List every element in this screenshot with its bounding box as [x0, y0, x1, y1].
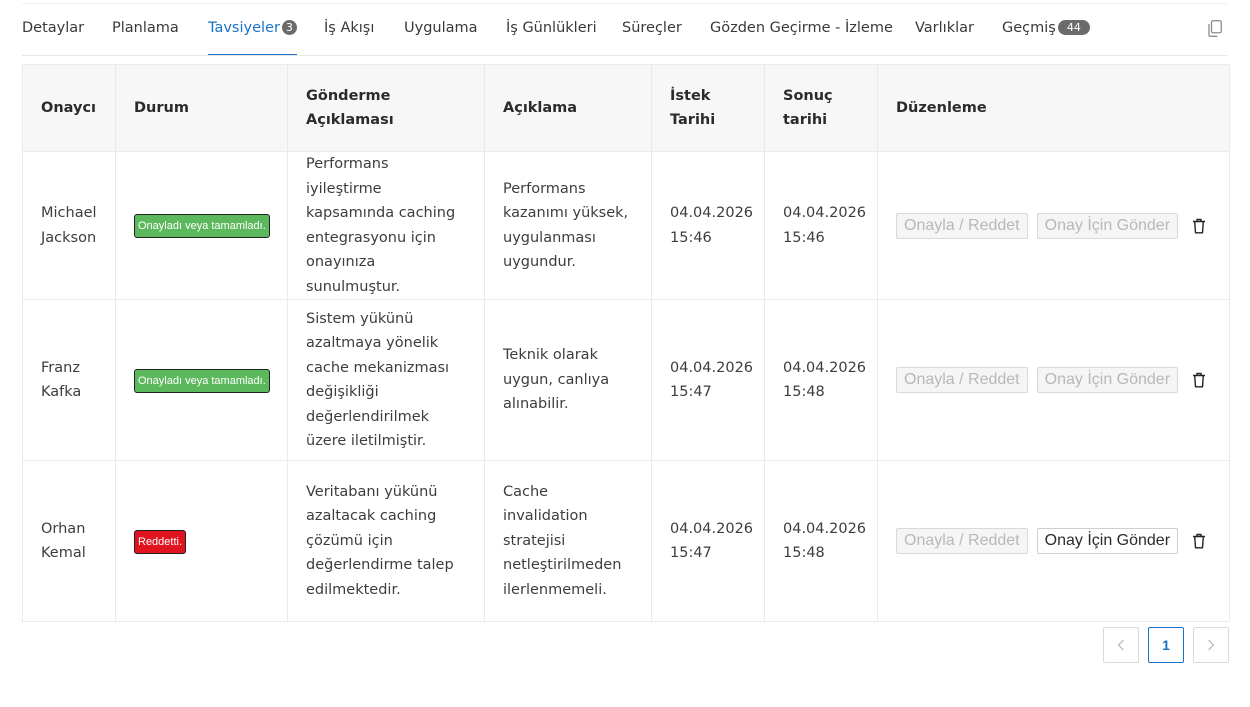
edit-cell: Onayla / Reddet Onay İçin Gönder — [877, 460, 1230, 622]
tab-planlama[interactable]: Planlama — [112, 20, 179, 56]
result-date: 04.04.2026 — [783, 520, 867, 537]
request-time: 15:47 — [670, 384, 712, 400]
request-date: 04.04.2026 — [670, 359, 754, 376]
result-date-cell: 04.04.2026 15:48 — [764, 299, 878, 461]
tab-gecmis[interactable]: Geçmiş 44 — [1002, 20, 1090, 56]
tab-label: Detaylar — [22, 20, 85, 36]
status-cell: Onayladı veya tamamladı. — [115, 299, 288, 461]
tab-uygulama[interactable]: Uygulama — [404, 20, 478, 56]
table-header-row: Onaycı Durum Gönderme Açıklaması Açıklam… — [22, 64, 1230, 152]
pagination-prev-button[interactable] — [1103, 627, 1139, 663]
row-actions: Onayla / Reddet Onay İçin Gönder — [896, 212, 1211, 239]
description-cell: Performans kazanımı yüksek, uygulanması … — [484, 151, 652, 300]
trash-icon[interactable] — [1192, 218, 1206, 234]
header-result-date: Sonuç tarihi — [764, 64, 878, 152]
submit-description-cell: Sistem yükünü azaltmaya yönelik cache me… — [287, 299, 485, 461]
result-date: 04.04.2026 — [783, 359, 867, 376]
approve-reject-button[interactable]: Onayla / Reddet — [896, 212, 1028, 239]
request-date-cell: 04.04.2026 15:47 — [651, 460, 765, 622]
header-edit: Düzenleme — [877, 64, 1230, 152]
count-badge: 44 — [1057, 20, 1090, 35]
header-description: Açıklama — [484, 64, 652, 152]
tab-varliklar[interactable]: Varlıklar — [915, 20, 974, 56]
approver-cell: Orhan Kemal — [22, 460, 116, 622]
pagination-page-1[interactable]: 1 — [1148, 627, 1184, 663]
tab-bar: Detaylar Planlama Tavsiyeler 3 İş Akışı U… — [0, 0, 1250, 56]
approver-cell: Franz Kafka — [22, 299, 116, 461]
tab-label: Gözden Geçirme - İzleme — [710, 20, 893, 36]
status-badge: Reddetti. — [134, 529, 187, 554]
pagination-next-button[interactable] — [1193, 627, 1229, 663]
description-cell: Teknik olarak uygun, canlıya alınabilir. — [484, 299, 652, 461]
send-for-approval-button[interactable]: Onay İçin Gönder — [1036, 528, 1179, 554]
request-date-cell: 04.04.2026 15:46 — [651, 151, 765, 300]
tab-tavsiyeler[interactable]: Tavsiyeler 3 — [208, 20, 297, 56]
tab-label: Tavsiyeler — [208, 20, 280, 36]
header-status: Durum — [115, 64, 288, 152]
header-approver: Onaycı — [22, 64, 116, 152]
trash-icon[interactable] — [1192, 372, 1206, 388]
tab-is-gunlukleri[interactable]: İş Günlükleri — [506, 20, 597, 56]
chevron-right-icon — [1208, 639, 1215, 651]
tab-label: Geçmiş — [1002, 20, 1056, 36]
status-cell: Reddetti. — [115, 460, 288, 622]
edit-cell: Onayla / Reddet Onay İçin Gönder — [877, 299, 1230, 461]
result-time: 15:46 — [783, 229, 825, 246]
tab-gozden-gecirme-izleme[interactable]: Gözden Geçirme - İzleme — [710, 20, 893, 56]
request-date-cell: 04.04.2026 15:47 — [651, 299, 765, 461]
chevron-left-icon — [1117, 639, 1124, 651]
header-request-date: İstek Tarihi — [651, 64, 765, 152]
request-time: 15:46 — [670, 229, 712, 246]
approve-reject-button[interactable]: Onayla / Reddet — [896, 528, 1028, 554]
count-badge: 3 — [281, 20, 297, 35]
tab-label: İş Günlükleri — [506, 20, 597, 36]
tab-bar-divider — [22, 55, 1228, 56]
send-for-approval-button[interactable]: Onay İçin Gönder — [1036, 212, 1179, 239]
result-date-cell: 04.04.2026 15:46 — [764, 151, 878, 300]
status-badge: Onayladı veya tamamladı. — [134, 368, 270, 393]
row-actions: Onayla / Reddet Onay İçin Gönder — [896, 528, 1211, 554]
submit-description-cell: Veritabanı yükünü azaltacak caching çözü… — [287, 460, 485, 622]
status-cell: Onayladı veya tamamladı. — [115, 151, 288, 300]
table-row: Franz Kafka Onayladı veya tamamladı. Sis… — [22, 299, 1230, 461]
tab-label: Varlıklar — [915, 20, 974, 36]
edit-cell: Onayla / Reddet Onay İçin Gönder — [877, 151, 1230, 300]
copy-icon[interactable] — [1206, 20, 1224, 40]
submit-description-cell: Performans iyileştirme kapsamında cachin… — [287, 151, 485, 300]
tab-label: İş Akışı — [324, 20, 375, 36]
trash-icon[interactable] — [1192, 533, 1206, 549]
tab-detaylar[interactable]: Detaylar — [22, 20, 84, 56]
tab-is-akisi[interactable]: İş Akışı — [324, 20, 374, 56]
tab-label: Uygulama — [404, 20, 478, 36]
row-actions: Onayla / Reddet Onay İçin Gönder — [896, 367, 1211, 393]
approve-reject-button[interactable]: Onayla / Reddet — [896, 367, 1028, 393]
result-date: 04.04.2026 — [783, 205, 867, 221]
send-for-approval-button[interactable]: Onay İçin Gönder — [1036, 367, 1179, 393]
recommendations-table: Onaycı Durum Gönderme Açıklaması Açıklam… — [22, 64, 1230, 622]
tab-surecler[interactable]: Süreçler — [622, 20, 682, 56]
table-row: Michael Jackson Onayladı veya tamamladı.… — [22, 151, 1230, 300]
result-time: 15:48 — [783, 545, 825, 561]
result-date-cell: 04.04.2026 15:48 — [764, 460, 878, 622]
approver-cell: Michael Jackson — [22, 151, 116, 300]
description-cell: Cache invalidation stratejisi netleştiri… — [484, 460, 652, 622]
table-row: Orhan Kemal Reddetti. Veritabanı yükünü … — [22, 460, 1230, 622]
result-time: 15:48 — [783, 384, 825, 400]
tab-label: Planlama — [112, 20, 179, 36]
request-date: 04.04.2026 — [670, 205, 754, 221]
status-badge: Onayladı veya tamamladı. — [134, 214, 270, 238]
request-time: 15:47 — [670, 545, 712, 561]
header-submit-description: Gönderme Açıklaması — [287, 64, 485, 152]
tab-label: Süreçler — [622, 20, 682, 36]
request-date: 04.04.2026 — [670, 520, 754, 537]
